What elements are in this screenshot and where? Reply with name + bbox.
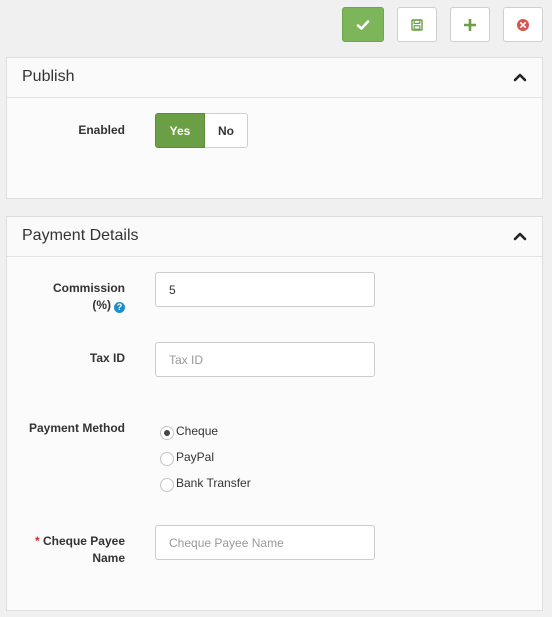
enabled-label: Enabled (78, 123, 125, 137)
radio-button[interactable] (160, 478, 174, 492)
commission-label: Commission (%)? (53, 280, 125, 314)
check-icon (356, 19, 370, 30)
radio-label: Cheque (176, 423, 219, 438)
radio-button[interactable] (160, 426, 174, 440)
radio-option-paypal[interactable]: PayPal (160, 447, 214, 466)
payment-method-label: Payment Method (28, 421, 125, 435)
panel-title: Payment Details (22, 227, 139, 244)
tax-id-input[interactable] (155, 342, 375, 377)
chevron-up-icon[interactable] (513, 72, 527, 82)
required-marker: * (34, 534, 40, 548)
radio-option-cheque[interactable]: Cheque (160, 421, 218, 440)
close-circle-icon (517, 18, 529, 31)
commission-label-text: Commission (52, 281, 125, 295)
enabled-yes-button[interactable]: Yes (155, 113, 205, 148)
panel-title: Publish (22, 68, 75, 85)
floppy-disk-icon (411, 18, 423, 31)
tax-id-label: Tax ID (89, 351, 125, 365)
payment-panel-header[interactable]: Payment Details (7, 217, 542, 257)
publish-panel: Publish Enabled Yes No (6, 57, 543, 199)
cheque-payee-name-input[interactable] (155, 525, 375, 560)
enabled-no-button[interactable]: No (205, 113, 248, 148)
radio-label: PayPal (176, 449, 215, 464)
cheque-payee-label: * Cheque Payee Name (35, 533, 125, 567)
cheque-payee-label-text: Cheque Payee (42, 534, 125, 548)
cheque-payee-label-text-2: Name (92, 551, 125, 565)
cancel-button[interactable] (503, 7, 543, 42)
radio-option-bank-transfer[interactable]: Bank Transfer (160, 473, 251, 492)
save-and-close-button[interactable] (342, 7, 384, 42)
toolbar (342, 7, 543, 42)
commission-unit: (%) (92, 298, 111, 312)
payment-details-panel: Payment Details Commission (%)? Tax ID P… (6, 216, 543, 611)
commission-input[interactable] (155, 272, 375, 307)
save-button[interactable] (397, 7, 437, 42)
radio-button[interactable] (160, 452, 174, 466)
publish-panel-header[interactable]: Publish (7, 58, 542, 98)
help-icon[interactable]: ? (114, 302, 125, 313)
plus-icon (464, 18, 476, 31)
chevron-up-icon[interactable] (513, 231, 527, 241)
enabled-toggle: Yes No (155, 113, 248, 148)
radio-label: Bank Transfer (176, 475, 251, 490)
new-button[interactable] (450, 7, 490, 42)
